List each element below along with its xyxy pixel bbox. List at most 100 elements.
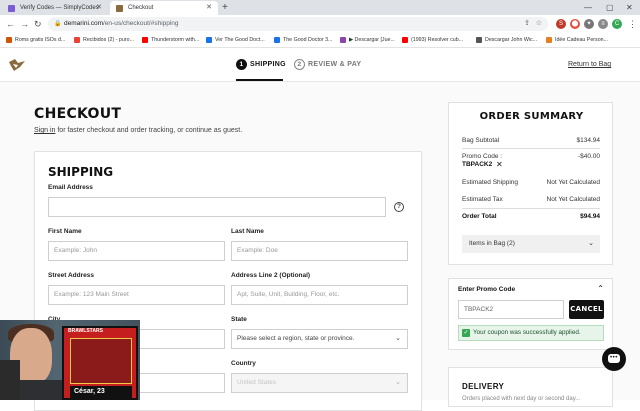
bookmark-item[interactable]: Roms gratis ISOs d... [6,33,65,48]
bookmark-favicon-icon [476,37,482,43]
items-in-bag-toggle[interactable]: Items in Bag (2) ⌄ [462,235,600,253]
address-bar[interactable]: 🔒 demarini.com/en-us/checkout/#shipping … [48,17,548,31]
estimated-tax-label: Estimated Tax [462,196,503,203]
lock-icon: 🔒 [54,21,62,27]
url-host: demarini.com [64,20,104,27]
last-name-field[interactable]: Example: Doe [231,241,408,261]
state-label: State [231,316,247,323]
address-line2-field[interactable]: Apt, Suite, Unit, Building, Floor, etc. [231,285,408,305]
coupon-success-message: ✓ Your coupon was successfully applied. [458,325,604,341]
delivery-subtitle: Orders placed with next day or second da… [462,396,581,402]
order-total-label: Order Total [462,213,497,220]
estimated-shipping-row: Estimated Shipping Not Yet Calculated [462,179,600,186]
bookmark-label: Recibidos (2) - puro... [83,37,134,43]
bookmark-item[interactable]: Recibidos (2) - puro... [74,33,134,48]
chevron-up-icon[interactable]: ⌃ [597,284,604,293]
bookmark-favicon-icon [6,37,12,43]
chevron-down-icon: ⌄ [395,379,401,386]
promo-code-input[interactable]: TBPACK2 [458,300,564,319]
first-name-field[interactable]: Example: John [48,241,225,261]
demarini-logo-icon[interactable] [8,58,26,72]
window-close-icon[interactable]: ✕ [626,0,633,15]
profile-avatar[interactable]: C [612,19,622,29]
street-address-label: Street Address [48,272,94,279]
chat-button[interactable]: ••• [602,347,626,371]
country-label: Country [231,360,256,367]
bookmark-label: ▶ Descargar [Jue... [349,37,395,43]
browser-menu-icon[interactable]: ⋮ [628,17,637,31]
bookmark-label: Descargar John Wic... [485,37,538,43]
bookmark-favicon-icon [74,37,80,43]
simplycodes-favicon-icon [8,5,15,12]
state-select-value: Please select a region, state or provinc… [237,335,355,342]
new-tab-icon[interactable]: + [222,0,228,15]
chat-dots-icon: ••• [610,355,618,361]
applied-promo-code: TBPACK2 [462,161,493,168]
brawl-player-card: BRAWLSTARS César, 23 [62,326,138,400]
extension-icon[interactable]: ⬤ [570,19,580,29]
browser-tabstrip: Verify Codes — SimplyCodes ✕ Checkout ✕ … [0,0,640,15]
estimated-tax-row: Estimated Tax Not Yet Calculated [462,196,600,203]
cancel-promo-button[interactable]: CANCEL [569,300,604,319]
promo-code-label: Promo Code : [462,153,503,160]
help-icon[interactable]: ? [394,202,404,212]
maximize-icon[interactable]: ▢ [606,0,614,15]
estimated-shipping-value: Not Yet Calculated [546,179,600,186]
bookmark-star-icon[interactable]: ☆ [536,17,542,31]
return-to-bag-link[interactable]: Return to Bag [568,61,611,68]
first-name-label: First Name [48,228,82,235]
reading-list-icon[interactable]: ≡ [598,19,608,29]
browser-tab-verify-codes[interactable]: Verify Codes — SimplyCodes ✕ [2,1,108,15]
bookmark-label: (1993) Resolver cub... [411,37,464,43]
order-total-value: $94.94 [580,213,600,220]
extension-icon[interactable]: S [556,19,566,29]
items-in-bag-label: Items in Bag (2) [469,240,515,247]
chevron-down-icon: ⌄ [395,335,401,342]
tab-title: Checkout [128,5,154,11]
bookmark-label: Roms gratis ISOs d... [15,37,66,43]
order-summary: ORDER SUMMARY Bag Subtotal $134.94 Promo… [448,102,613,265]
state-select[interactable]: Please select a region, state or provinc… [231,329,408,349]
email-field[interactable] [48,197,386,217]
bookmark-item[interactable]: Idée Cadeau Person... [546,33,608,48]
promo-discount-value: -$40.00 [577,153,600,160]
tab-title: Verify Codes — SimplyCodes [20,5,99,11]
delivery-title: DELIVERY [462,382,505,391]
bag-subtotal-value: $134.94 [576,137,601,144]
bookmark-item[interactable]: Thunderstorm with... [142,33,199,48]
bookmark-item[interactable]: The Good Doctor 3... [274,33,332,48]
browser-tab-checkout[interactable]: Checkout ✕ [110,1,218,15]
step-review-pay[interactable]: 2 REVIEW & PAY [294,59,361,71]
forward-icon[interactable]: → [20,17,29,31]
bag-subtotal-row: Bag Subtotal $134.94 [462,137,600,144]
estimated-tax-value: Not Yet Calculated [546,196,600,203]
minimize-icon[interactable]: — [584,0,592,15]
promo-code-heading[interactable]: Enter Promo Code [458,286,515,293]
site-header: 1 SHIPPING 2 REVIEW & PAY Return to Bag [0,48,640,82]
webcam-inset [0,360,20,400]
reload-icon[interactable]: ↻ [34,17,42,31]
bookmark-favicon-icon [340,37,346,43]
signin-link[interactable]: Sign in [34,127,55,134]
bookmark-item[interactable]: ▶ Descargar [Jue... [340,33,395,48]
email-label: Email Address [48,184,93,191]
bookmark-item[interactable]: Descargar John Wic... [476,33,537,48]
back-icon[interactable]: ← [6,17,15,31]
active-step-indicator [236,79,283,81]
step-number: 2 [294,59,305,70]
bookmark-item[interactable]: (1993) Resolver cub... [402,33,463,48]
bookmark-item[interactable]: Ver The Good Doct... [206,33,265,48]
close-tab-icon[interactable]: ✕ [96,1,102,15]
signin-prompt: Sign in for faster checkout and order tr… [34,127,242,134]
address-line2-label: Address Line 2 (Optional) [231,272,311,279]
extensions-puzzle-icon[interactable]: ✦ [584,19,594,29]
step-shipping[interactable]: 1 SHIPPING [236,59,286,71]
country-select-value: United States [237,379,277,386]
remove-promo-icon[interactable]: ✕ [496,160,503,169]
share-icon[interactable]: ⇪ [524,17,530,31]
street-address-field[interactable]: Example: 123 Main Street [48,285,225,305]
step-label: REVIEW & PAY [308,61,362,68]
bag-subtotal-label: Bag Subtotal [462,137,500,144]
country-select: United States ⌄ [231,373,408,393]
close-tab-icon[interactable]: ✕ [206,1,212,15]
